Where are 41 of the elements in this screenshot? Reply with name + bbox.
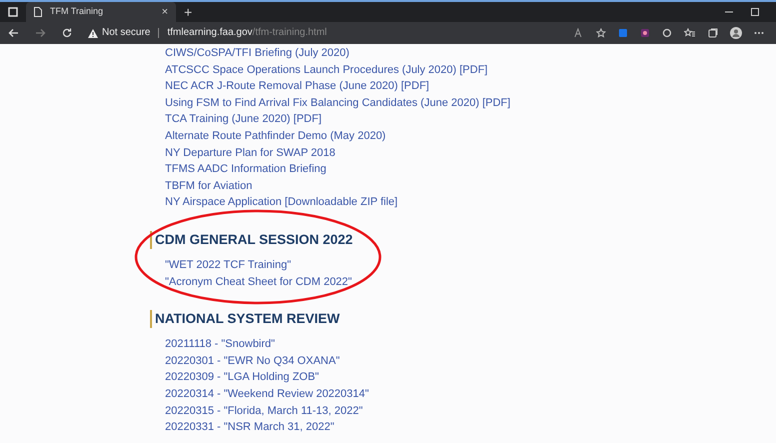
link[interactable]: 20220301 - "EWR No Q34 OXANA" [165,352,340,370]
link[interactable]: Using FSM to Find Arrival Fix Balancing Candidates (June 2020) [PDF] [165,94,510,112]
read-aloud-icon[interactable] [574,28,584,38]
link[interactable]: "Acronym Cheat Sheet for CDM 2022" [165,274,352,290]
back-icon[interactable] [8,28,19,38]
link[interactable]: NEC ACR J-Route Removal Phase (June 2020) [PDF] [165,78,430,95]
forward-icon[interactable] [35,28,46,38]
warning-icon [88,28,98,38]
link[interactable]: 20220314 - "Weekend Review 20220314" [165,386,369,402]
browser-tab[interactable]: TFM Training × [26,2,176,22]
extension-icon[interactable] [640,28,650,38]
close-tab-button[interactable]: × [162,6,168,18]
refresh-icon[interactable] [62,28,72,38]
url-field[interactable]: tfmlearning.faa.gov/tfm-training.html [167,28,327,38]
link[interactable]: 20211118 - "Snowbird" [165,336,275,353]
star-icon[interactable] [596,28,606,38]
extension-icon[interactable] [662,28,672,38]
security-status[interactable]: Not secure [102,28,150,38]
tab-title: TFM Training [50,5,104,18]
link[interactable]: Alternate Route Pathfinder Demo (May 2020) [165,128,386,145]
new-tab-button[interactable]: + [184,5,192,19]
link[interactable]: 20220309 - "LGA Holding ZOB" [165,369,319,386]
page-icon [34,7,42,17]
favorites-icon[interactable] [684,28,696,38]
collections-icon[interactable] [708,28,718,38]
link[interactable]: NY Airspace Application [Downloadable ZIP file] [165,194,398,211]
maximize-icon[interactable] [750,7,760,17]
link[interactable]: NY Departure Plan for SWAP 2018 [165,144,336,162]
link[interactable]: TBFM for Aviation [165,178,252,194]
link[interactable]: TFMS AADC Information Briefing [165,161,326,178]
section-heading: NATIONAL SYSTEM REVIEW [150,310,340,328]
link[interactable]: "WET 2022 TCF Training" [165,256,292,274]
link[interactable]: TCA Training (June 2020) [PDF] [165,111,322,128]
link[interactable]: CIWS/CoSPA/TFI Briefing (July 2020) [165,45,350,62]
section-heading: CDM GENERAL SESSION 2022 [150,230,353,249]
tab-actions-icon[interactable] [8,7,18,17]
more-icon[interactable] [754,31,764,35]
link[interactable]: 20220315 - "Florida, March 11-13, 2022" [165,402,363,420]
profile-avatar-icon[interactable] [730,27,742,39]
link[interactable]: ATCSCC Space Operations Launch Procedures (July 2020) [PDF] [165,62,488,78]
link[interactable]: 20220331 - "NSR March 31, 2022" [165,419,334,436]
